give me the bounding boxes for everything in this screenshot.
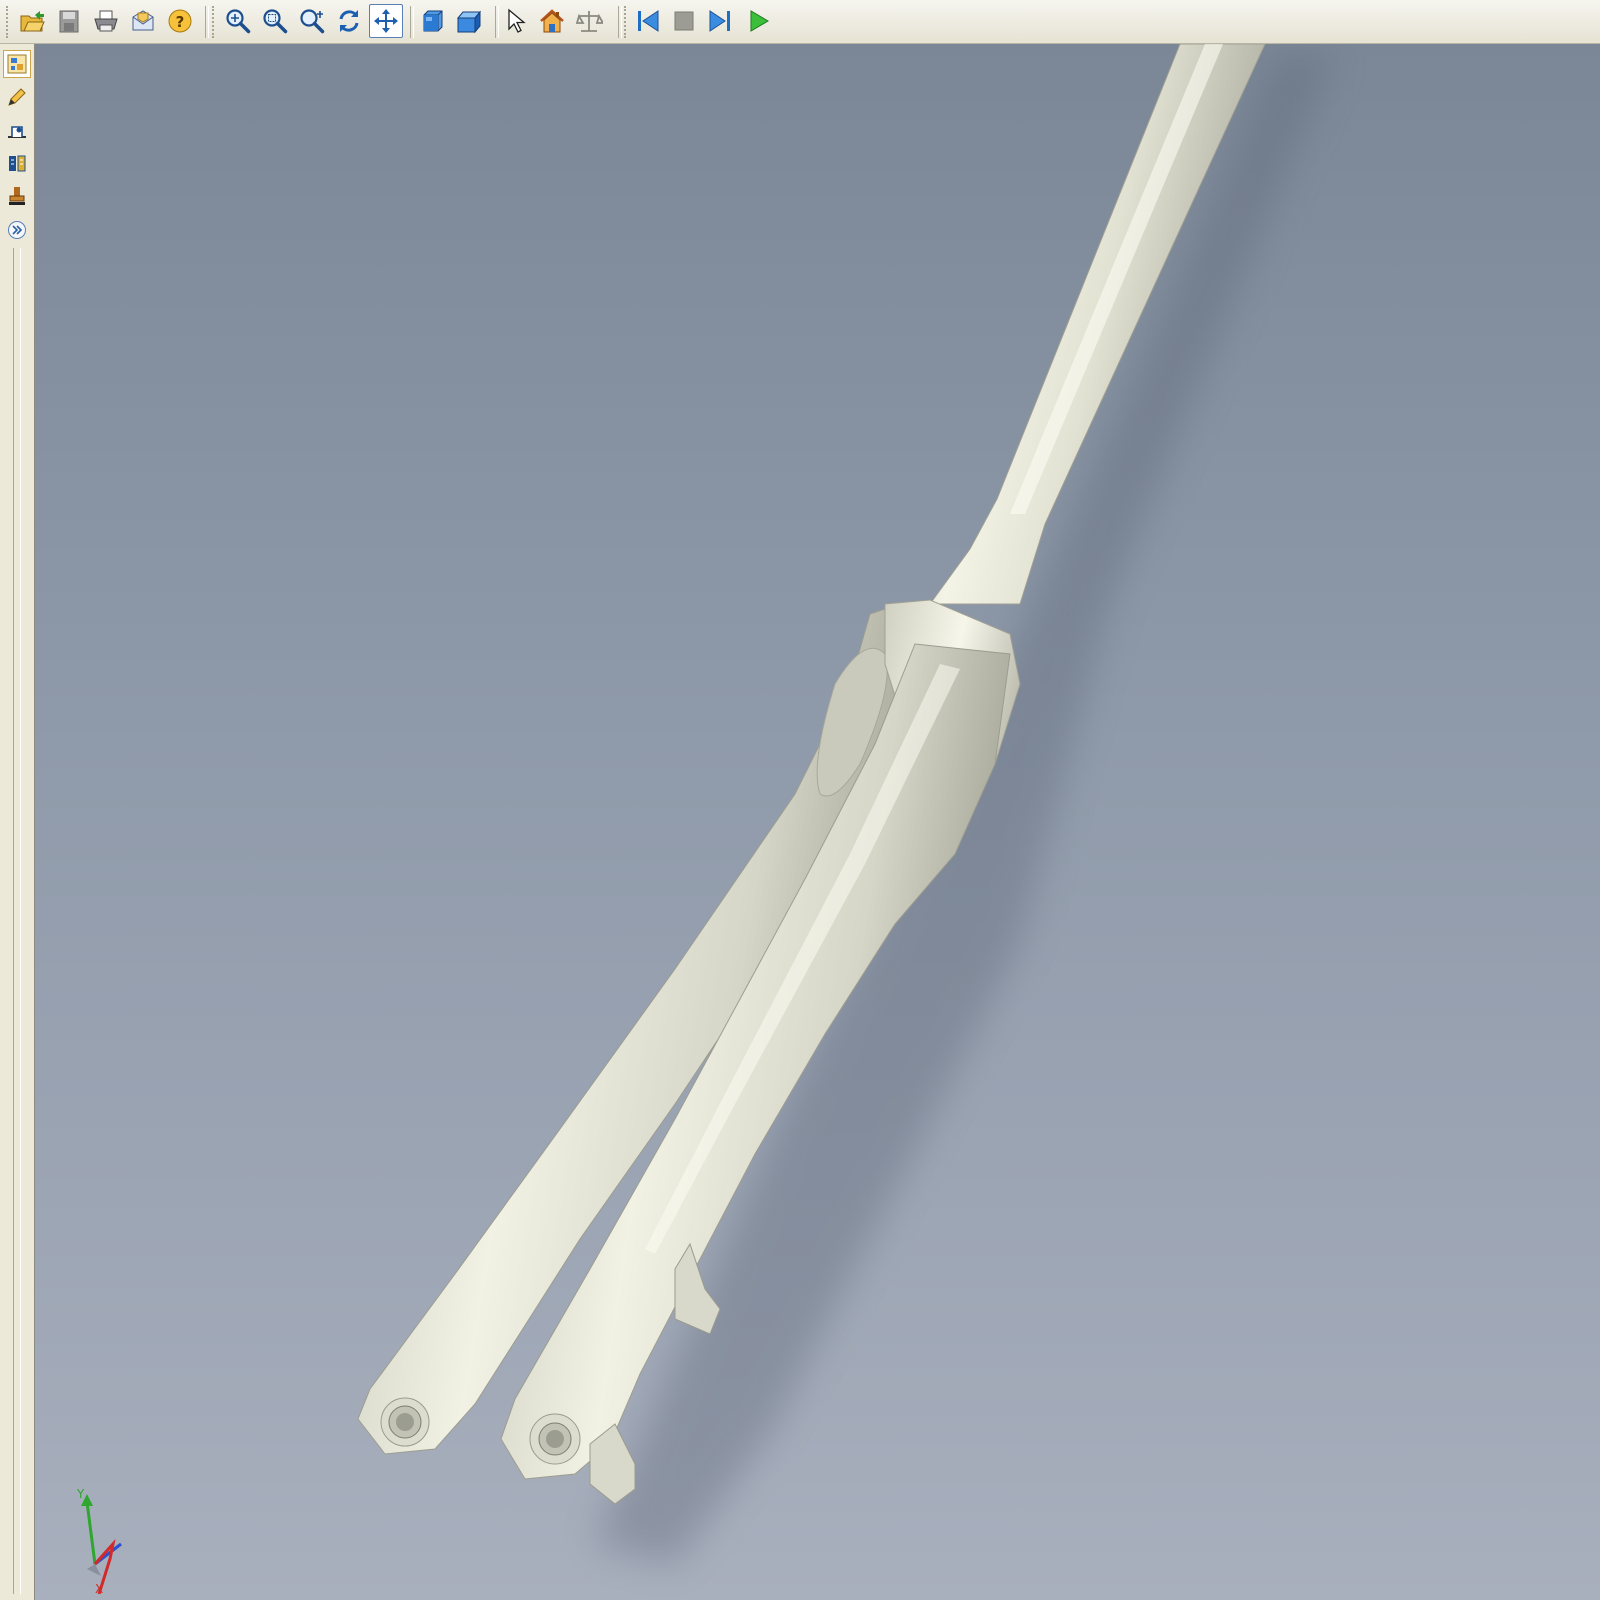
section-button[interactable] — [3, 149, 31, 177]
y-axis-label: Y — [76, 1487, 85, 1501]
save-button[interactable] — [52, 4, 86, 38]
zoom-icon — [226, 9, 251, 34]
toolbar-separator — [205, 6, 209, 38]
measure-tool-icon — [8, 126, 26, 138]
shaded-view-icon — [423, 10, 443, 32]
toolbar-grip[interactable] — [6, 6, 11, 38]
home-view-button[interactable] — [535, 4, 569, 38]
help-icon: ? — [168, 9, 192, 33]
zoom-button[interactable] — [221, 4, 255, 38]
stamp-icon — [9, 187, 25, 205]
play-button[interactable] — [742, 4, 776, 38]
stop-button[interactable] — [667, 4, 701, 38]
y-axis-line — [85, 1501, 97, 1565]
markup-pencil-icon — [8, 88, 26, 106]
model-browser-icon — [7, 54, 27, 74]
next-icon — [709, 10, 730, 32]
pan-icon — [374, 9, 398, 33]
toolbar: ? — [0, 0, 1600, 44]
save-icon — [59, 10, 79, 33]
stop-icon — [674, 11, 694, 31]
select-icon — [508, 8, 526, 33]
next-button[interactable] — [703, 4, 737, 38]
side-panel-bar — [0, 44, 35, 1600]
help-button[interactable]: ? — [163, 4, 197, 38]
measure-tool-button[interactable] — [3, 116, 31, 144]
rotate-icon — [339, 10, 359, 32]
previous-icon — [638, 10, 659, 32]
previous-button[interactable] — [631, 4, 665, 38]
3d-viewport[interactable]: Y X — [35, 44, 1600, 1600]
zoom-window-button[interactable] — [258, 4, 292, 38]
email-button[interactable] — [126, 4, 160, 38]
home-view-icon — [540, 9, 564, 33]
stamp-button[interactable] — [3, 182, 31, 210]
pan-button[interactable] — [369, 4, 403, 38]
print-button[interactable] — [89, 4, 123, 38]
iso-view-button[interactable] — [452, 4, 486, 38]
triad-origin — [87, 1564, 101, 1576]
expand-icon — [8, 221, 26, 239]
open-button[interactable] — [15, 4, 49, 38]
measure-icon — [575, 11, 603, 32]
zoom-window-icon — [263, 9, 288, 34]
open-icon — [20, 11, 45, 32]
dropout-right — [529, 1413, 581, 1465]
measure-button[interactable] — [572, 4, 606, 38]
toolbar-separator — [618, 6, 622, 38]
shaded-view-button[interactable] — [415, 4, 449, 38]
markup-button[interactable] — [3, 83, 31, 111]
model-browser-button[interactable] — [3, 50, 31, 78]
section-icon — [9, 155, 26, 172]
side-panel-splitter[interactable] — [13, 248, 21, 1594]
toolbar-grip[interactable] — [624, 6, 629, 38]
expand-panel-button[interactable] — [3, 216, 31, 244]
zoom-all-icon — [300, 9, 325, 34]
play-icon — [750, 10, 769, 32]
svg-text:?: ? — [176, 13, 185, 31]
iso-view-icon — [456, 10, 482, 34]
x-axis-label: X — [95, 1582, 103, 1594]
toolbar-grip[interactable] — [212, 6, 217, 38]
select-button[interactable] — [498, 4, 532, 38]
bicycle-fork-model[interactable] — [35, 44, 1600, 1600]
email-icon — [132, 10, 154, 31]
print-icon — [94, 10, 118, 32]
dropout-left — [380, 1397, 430, 1447]
axis-triad: Y X — [76, 1487, 122, 1594]
rotate-button[interactable] — [332, 4, 366, 38]
toolbar-separator — [410, 6, 414, 38]
zoom-all-button[interactable] — [295, 4, 329, 38]
